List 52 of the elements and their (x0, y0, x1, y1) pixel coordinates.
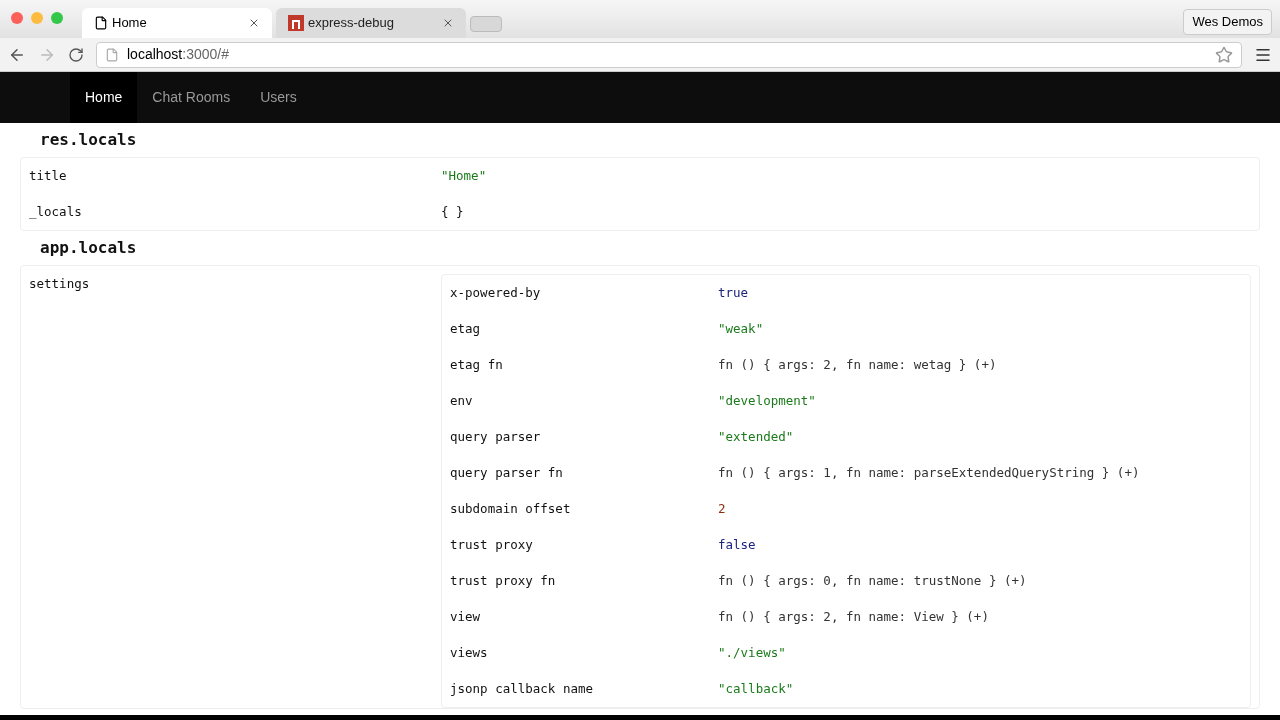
tab-title: express-debug (308, 14, 395, 33)
logo-icon (288, 15, 304, 31)
minimize-window-icon[interactable] (31, 12, 43, 24)
page-icon (94, 16, 108, 30)
property-key: settings (29, 266, 441, 302)
maximize-window-icon[interactable] (51, 12, 63, 24)
property-value: "development" (718, 391, 816, 410)
tab-title: Home (112, 14, 148, 33)
property-key: jsonp callback name (450, 671, 718, 707)
property-value: false (718, 535, 756, 554)
nav-link[interactable]: Users (245, 72, 312, 123)
browser-tab[interactable]: Home (82, 8, 272, 38)
property-value: "./views" (718, 643, 786, 662)
close-tab-icon[interactable] (248, 17, 260, 29)
property-key: _locals (29, 194, 441, 230)
property-value: fn () { args: 2, fn name: wetag } (+) (718, 355, 997, 374)
property-value: "weak" (718, 319, 764, 338)
property-key: view (450, 599, 718, 635)
property-key: etag (450, 311, 718, 347)
property-key: query parser fn (450, 455, 718, 491)
property-key: query parser (450, 419, 718, 455)
new-tab-button[interactable] (470, 16, 502, 32)
reload-icon[interactable] (68, 46, 84, 63)
property-value: "Home" (441, 166, 487, 185)
section-heading: res.locals (39, 129, 138, 151)
page-icon (105, 47, 119, 62)
browser-tab[interactable]: express-debug (276, 8, 466, 38)
url-text: localhost:3000/# (127, 45, 230, 64)
property-key: title (29, 158, 441, 194)
property-value: { } (441, 202, 464, 221)
section-heading: app.locals (39, 237, 138, 259)
property-value: fn () { args: 2, fn name: View } (+) (718, 607, 989, 626)
nav-link[interactable]: Chat Rooms (137, 72, 246, 123)
close-tab-icon[interactable] (442, 17, 454, 29)
property-value: "callback" (718, 679, 794, 698)
property-key: subdomain offset (450, 491, 718, 527)
property-key: trust proxy fn (450, 563, 718, 599)
property-value: "extended" (718, 427, 794, 446)
property-key: x-powered-by (450, 275, 718, 311)
property-value: fn () { args: 1, fn name: parseExtendedQueryString } (+) (718, 463, 1140, 482)
nav-link[interactable]: Home (70, 72, 138, 123)
property-key: etag fn (450, 347, 718, 383)
property-value: fn () { args: 0, fn name: trustNone } (+) (718, 571, 1027, 590)
property-value: true (718, 283, 749, 302)
close-window-icon[interactable] (11, 12, 23, 24)
address-bar[interactable]: localhost:3000/# (96, 41, 1242, 68)
property-key: views (450, 635, 718, 671)
property-key: trust proxy (450, 527, 718, 563)
property-key: env (450, 383, 718, 419)
profile-button[interactable]: Wes Demos (1183, 9, 1272, 35)
property-value: 2 (718, 499, 726, 518)
bookmark-star-icon[interactable] (1215, 45, 1233, 64)
